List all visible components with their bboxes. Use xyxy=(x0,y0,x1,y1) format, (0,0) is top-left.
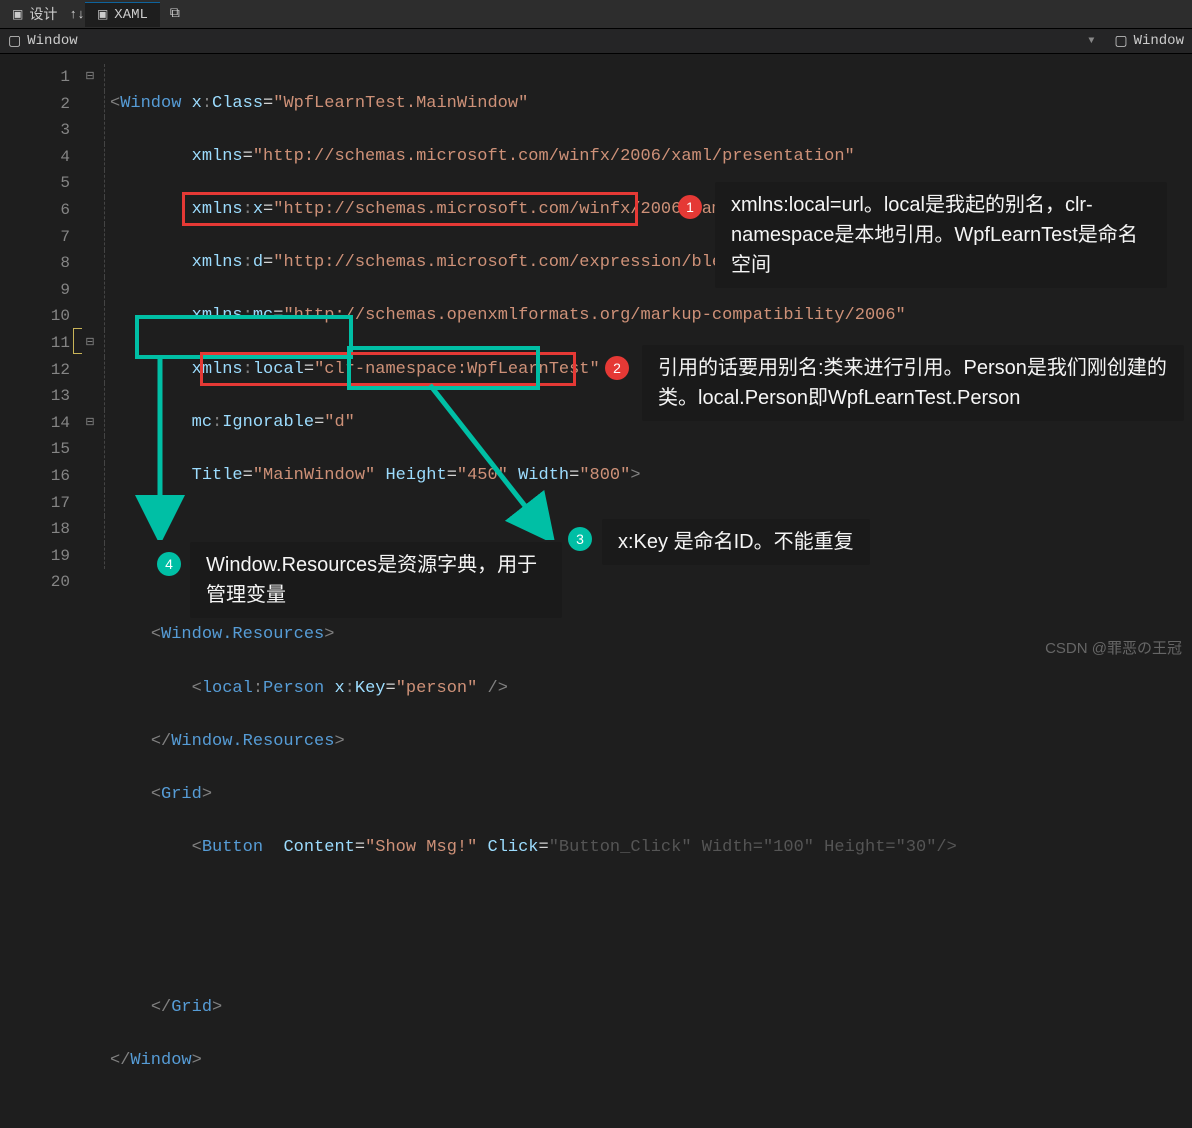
line-gutter: 1234567891011121314151617181920 xyxy=(0,54,80,666)
breadcrumb-left[interactable]: ▢ Window xyxy=(8,33,1088,50)
editor-tabs: ▣ 设计 ↑↓ ▣ XAML ⧉ xyxy=(0,0,1192,29)
fold-icon[interactable]: ⊟ xyxy=(80,330,100,357)
design-icon: ▣ xyxy=(12,7,23,22)
annotation-num-4: 4 xyxy=(157,552,181,576)
bracket-marker xyxy=(73,328,82,354)
tab-xaml[interactable]: ▣ XAML xyxy=(85,2,160,27)
fold-icon[interactable]: ⊟ xyxy=(80,64,100,91)
tab-design-label: 设计 xyxy=(29,4,57,24)
tab-design[interactable]: ▣ 设计 xyxy=(0,0,69,28)
xaml-icon: ▣ xyxy=(97,7,108,22)
fold-icon[interactable]: ⊟ xyxy=(80,410,100,437)
breadcrumb-bar: ▢ Window ▼ ▢ Window xyxy=(0,29,1192,54)
annotation-3: x:Key 是命名ID。不能重复 xyxy=(602,519,870,565)
tab-xaml-label: XAML xyxy=(114,7,148,23)
breadcrumb-right[interactable]: ▢ Window xyxy=(1114,33,1184,50)
fold-column: ⊟ ⊟ ⊟ xyxy=(80,54,100,666)
breadcrumb-left-label: Window xyxy=(27,33,77,49)
annotation-4: Window.Resources是资源字典，用于管理变量 xyxy=(190,542,562,618)
annotation-num-2: 2 xyxy=(605,356,629,380)
annotation-num-3: 3 xyxy=(568,527,592,551)
indent-guides xyxy=(100,54,110,666)
window-icon: ▢ xyxy=(1114,33,1127,50)
annotation-1: xmlns:local=url。local是我起的别名，clr-namespac… xyxy=(715,182,1167,288)
swap-icon[interactable]: ↑↓ xyxy=(69,7,85,22)
dropdown-icon[interactable]: ▼ xyxy=(1088,36,1094,47)
annotation-num-1: 1 xyxy=(678,195,702,219)
watermark: CSDN @罪恶の王冠 xyxy=(1045,637,1182,658)
annotation-2: 引用的话要用别名:类来进行引用。Person是我们刚创建的类。local.Per… xyxy=(642,345,1184,421)
breadcrumb-right-label: Window xyxy=(1134,33,1184,49)
window-icon: ▢ xyxy=(8,33,21,50)
popout-icon[interactable]: ⧉ xyxy=(170,6,180,22)
